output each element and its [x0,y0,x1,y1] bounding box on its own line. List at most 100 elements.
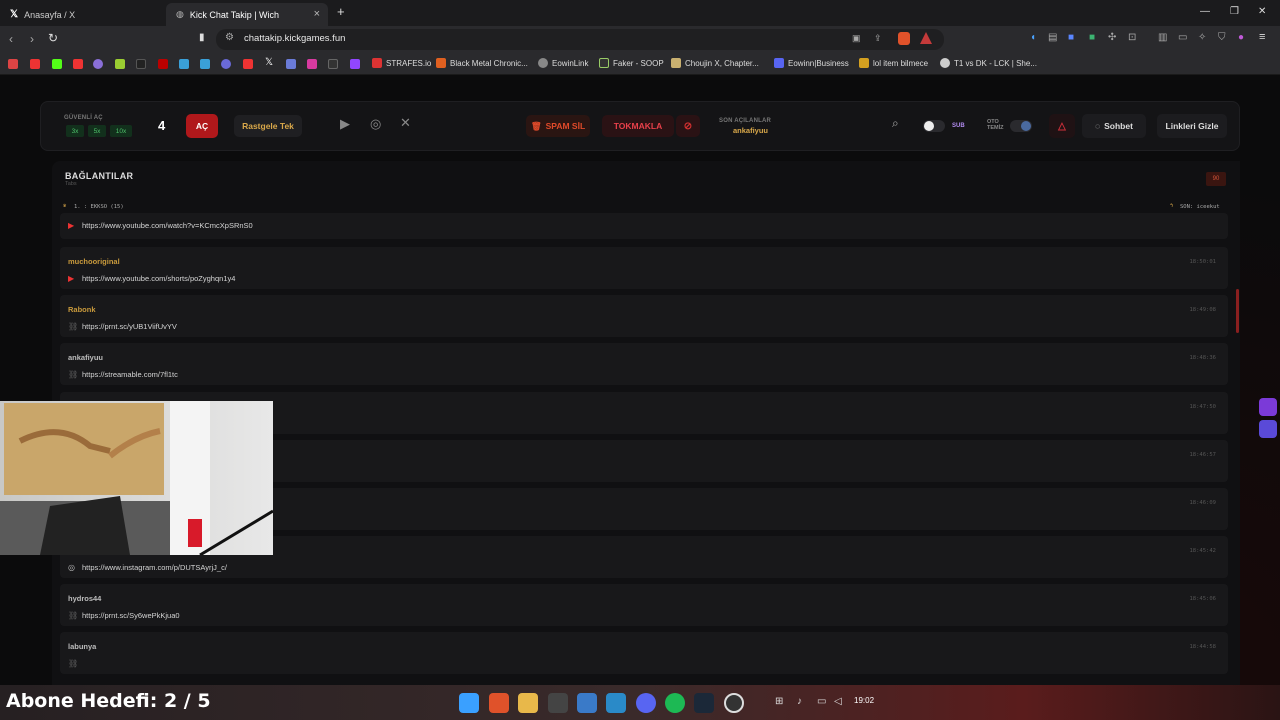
clock[interactable]: 19:02 [854,696,874,705]
menu-icon[interactable]: ≡ [1259,31,1265,43]
instagram-filter-icon[interactable]: ◎ [370,116,381,132]
bookmark-strafes[interactable]: STRAFES.io [372,58,431,68]
hide-links-button[interactable]: Linkleri Gizle [1157,114,1227,138]
youtube-icon[interactable] [73,59,83,69]
search-icon[interactable]: ⌕ [892,116,899,131]
youtube-icon[interactable] [243,59,253,69]
random-one-button[interactable]: Rastgele Tek [234,115,302,137]
translate-icon[interactable] [1259,420,1277,438]
link-username[interactable]: Rabonk [68,305,96,314]
file-explorer-icon[interactable] [518,693,538,713]
app-icon[interactable] [548,693,568,713]
reload-icon[interactable]: ↻ [48,31,58,45]
wallet-icon[interactable]: ▭ [1178,32,1187,43]
hammer-button[interactable]: TOKMAKLA [602,115,674,137]
bookmark-icon[interactable] [179,59,189,69]
bookmark-choujin-x[interactable]: Choujin X, Chapter... [671,58,759,68]
close-window-button[interactable]: ✕ [1258,6,1266,17]
photos-icon[interactable] [577,693,597,713]
bookmark-eowinlink[interactable]: EowinLink [538,58,588,68]
link-card[interactable]: labunya ⛓ 18:44:58 [60,632,1228,674]
steam-icon[interactable] [694,693,714,713]
link-url[interactable]: https://www.instagram.com/p/DUTSAyrjJ_c/ [82,563,227,572]
bookmark-icon[interactable] [221,59,231,69]
extension-icon[interactable]: ◖ [1030,32,1036,43]
forward-icon[interactable]: › [30,32,34,46]
obs-icon[interactable] [724,693,744,713]
bookmark-icon[interactable] [328,59,338,69]
link-username[interactable]: ankafiyuu [68,353,103,362]
screenshot-icon[interactable]: ⊡ [1128,32,1136,43]
bookmark-icon[interactable] [158,59,168,69]
spotify-icon[interactable] [665,693,685,713]
volume-icon[interactable]: ◁ [834,696,842,707]
site-info-icon[interactable]: ⚙ [225,32,234,43]
leo-ai-icon[interactable]: ✧ [1198,32,1206,43]
close-tab-icon[interactable]: × [314,8,320,20]
brave-browser-icon[interactable] [489,693,509,713]
tiktok-icon[interactable] [136,59,146,69]
restore-button[interactable]: ❐ [1230,6,1239,17]
instagram-icon[interactable] [307,59,317,69]
minimize-button[interactable]: — [1200,6,1210,17]
bookmark-icon[interactable] [286,59,296,69]
link-url[interactable]: https://prnt.sc/Sy6wePkKjua0 [82,611,180,620]
profile-icon[interactable]: ● [1238,32,1244,43]
twitch-icon[interactable] [350,59,360,69]
link-url[interactable]: https://www.youtube.com/shorts/poZyghqn1… [82,274,235,283]
apps-icon[interactable]: ⊞ [775,696,783,707]
extension-icon[interactable]: ■ [1068,32,1074,43]
tab-kick-chat[interactable]: ◍ Kick Chat Takip | Wich × [166,3,328,26]
open-button[interactable]: AÇ [186,114,218,138]
youtube-filter-icon[interactable]: ▶ [340,116,350,132]
link-username[interactable]: labunya [68,642,96,651]
bookmark-icon[interactable] [93,59,103,69]
vpn-icon[interactable]: ⛉ [1218,32,1226,43]
camera-blocked-icon[interactable]: ▣ [852,33,861,44]
youtube-icon[interactable] [30,59,40,69]
block-icon[interactable]: ⊘ [676,115,700,137]
link-card[interactable]: muchooriginal ▶ https://www.youtube.com/sh… [60,247,1228,289]
x-logo-icon[interactable]: 𝕏 [265,57,273,68]
multiplier-3x-button[interactable]: 3x [66,125,84,137]
sub-toggle[interactable] [923,120,945,132]
bookmark-faker-soop[interactable]: Faker - SOOP [599,58,664,68]
link-username[interactable]: muchooriginal [68,257,120,266]
auto-clean-toggle[interactable] [1010,120,1032,132]
share-icon[interactable]: ⇪ [874,33,882,44]
windows-start-icon[interactable] [459,693,479,713]
network-icon[interactable]: ▭ [817,696,826,707]
sidebar-icon[interactable]: ▥ [1158,32,1167,43]
link-card[interactable]: Rabonk ⛓ https://prnt.sc/yUB1ViifUvYV 18:49… [60,295,1228,337]
discord-icon[interactable] [636,693,656,713]
bookmark-icon[interactable]: ▮ [199,32,205,43]
new-tab-button[interactable]: + [337,4,345,19]
address-bar[interactable]: ⚙ chattakip.kickgames.fun ▣ ⇪ [216,29,944,50]
multiplier-10x-button[interactable]: 10x [110,125,132,137]
brave-rewards-icon[interactable] [920,32,932,44]
chat-button[interactable]: ◌ Sohbet [1082,114,1146,138]
extension-icon[interactable]: ▤ [1048,32,1057,43]
link-url[interactable]: https://prnt.sc/yUB1ViifUvYV [82,322,177,331]
app-icon[interactable] [606,693,626,713]
extension-icon[interactable]: ■ [1089,32,1095,43]
bookmark-lol-item[interactable]: lol item bilmece [859,58,928,68]
bookmark-icon[interactable] [200,59,210,69]
link-username[interactable]: hydros44 [68,594,101,603]
link-card[interactable]: hydros44 ⛓ https://prnt.sc/Sy6wePkKjua0 18:… [60,584,1228,626]
link-card[interactable]: ▶ https://www.youtube.com/watch?v=KCmcXpS… [60,213,1228,239]
x-filter-icon[interactable]: ✕ [400,115,411,131]
bookmark-black-metal[interactable]: Black Metal Chronic... [436,58,528,68]
tab-twitter-home[interactable]: 𝕏 Anasayfa / X [0,3,166,26]
alert-icon[interactable]: △ [1049,114,1075,138]
gmail-icon[interactable] [8,59,18,69]
extensions-puzzle-icon[interactable]: ✣ [1108,32,1116,43]
bookmark-eowinn-business[interactable]: Eowinn|Business [774,58,849,68]
kick-icon[interactable] [52,59,62,69]
link-url[interactable]: https://www.youtube.com/watch?v=KCmcXpSR… [82,221,253,230]
link-card[interactable]: ankafiyuu ⛓ https://streamable.com/7fl1tc 1… [60,343,1228,385]
link-url[interactable]: https://streamable.com/7fl1tc [82,370,178,379]
microphone-icon[interactable]: ♪ [797,696,802,707]
spam-delete-button[interactable]: 🗑 SPAM SİL [526,115,590,137]
back-icon[interactable]: ‹ [9,32,13,46]
